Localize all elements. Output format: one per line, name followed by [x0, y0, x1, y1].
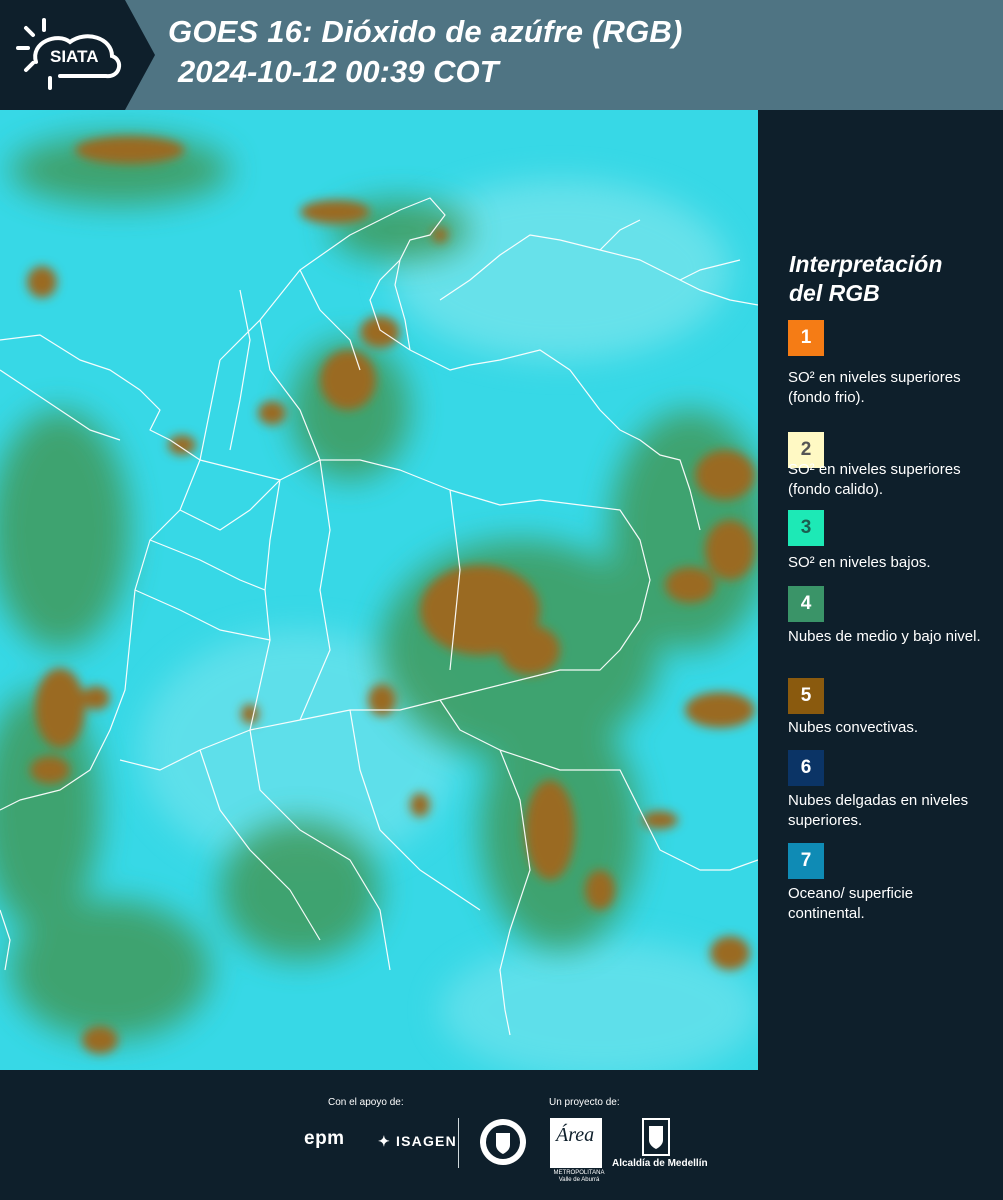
- legend-panel: Interpretación del RGB 1 SO² en niveles s…: [758, 110, 1003, 1070]
- satellite-map[interactable]: [0, 110, 758, 1070]
- logo-text: SIATA: [50, 47, 98, 66]
- footer: Con el apoyo de: Un proyecto de: epm ✦ I…: [0, 1070, 1003, 1200]
- header: SIATA GOES 16: Dióxido de azúfre (RGB) 2…: [0, 0, 1003, 110]
- legend-swatch-4: 4: [788, 586, 824, 622]
- siata-logo: SIATA: [0, 0, 155, 110]
- medellin-seal-icon: [478, 1117, 528, 1172]
- page-title: GOES 16: Dióxido de azúfre (RGB): [168, 14, 683, 49]
- legend-label-2: SO² en niveles superiores (fondo calido)…: [788, 461, 961, 498]
- legend-label-1: SO² en niveles superiores (fondo frio).: [788, 369, 961, 406]
- legend-swatch-3: 3: [788, 510, 824, 546]
- legend-label-3: SO² en niveles bajos.: [788, 554, 931, 571]
- legend-label-6: Nubes delgadas en niveles superiores.: [788, 792, 969, 829]
- timestamp: 2024-10-12 00:39 COT: [178, 54, 499, 89]
- legend-swatch-5: 5: [788, 678, 824, 714]
- alcaldia-label: Alcaldía de Medellín: [612, 1158, 708, 1169]
- isagen-logo: ✦ ISAGEN: [378, 1133, 457, 1149]
- project-label: Un proyecto de:: [549, 1097, 620, 1108]
- footer-divider: [458, 1118, 459, 1168]
- legend-title: Interpretación del RGB: [789, 251, 943, 306]
- legend-label-5: Nubes convectivas.: [788, 719, 919, 736]
- legend-label-4: Nubes de medio y bajo nivel.: [788, 628, 981, 645]
- area-metropolitana-subtitle: METROPOLITANA Valle de Aburrá: [553, 1170, 605, 1183]
- legend-swatch-1: 1: [788, 320, 824, 356]
- legend-swatch-7: 7: [788, 843, 824, 879]
- legend-swatch-6: 6: [788, 750, 824, 786]
- legend-label-7: Oceano/ superficie continental.: [788, 885, 914, 922]
- support-label: Con el apoyo de:: [328, 1097, 404, 1108]
- area-metropolitana-logo: Área: [550, 1118, 602, 1168]
- alcaldia-shield-icon: [642, 1118, 670, 1161]
- epm-logo: epm: [304, 1128, 345, 1149]
